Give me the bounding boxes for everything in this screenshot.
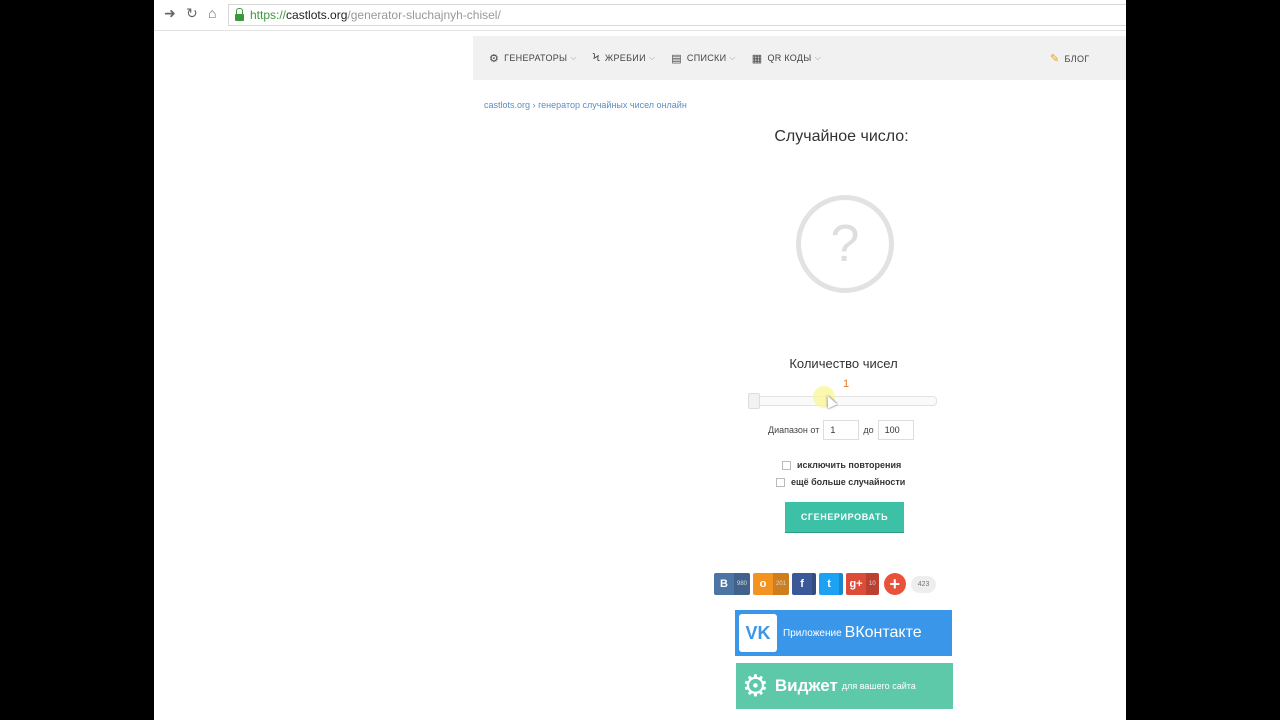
range-to-input[interactable] [877, 420, 914, 440]
gear-icon: ⚙ [742, 669, 769, 703]
nav-item-lists[interactable]: ▤ СПИСКИ ⌵ [671, 52, 736, 65]
count-label: Количество чисел [789, 356, 898, 371]
chevron-down-icon: ⌵ [570, 53, 577, 62]
share-buttons: В 980 о 201 f t g+ 10 + 423 [714, 573, 937, 595]
url-path: /generator-sluchajnyh-chisel/ [347, 8, 501, 22]
vk-app-banner[interactable]: VK Приложение ВКонтакте [735, 610, 952, 656]
share-count: 10 [866, 573, 879, 595]
lightning-icon: ϟ [592, 52, 600, 64]
browser-window: ➜ ↻ ⌂ https:// castlots.org /generator-s… [154, 0, 1126, 720]
range-from-label: Диапазон от [768, 425, 820, 435]
nav-item-qr-codes[interactable]: ▦ QR КОДЫ ⌵ [752, 52, 821, 65]
pencil-icon: ✎ [1050, 53, 1060, 65]
question-glyph: ? [830, 215, 860, 273]
facebook-icon: f [792, 573, 813, 595]
share-ok-button[interactable]: о 201 [753, 573, 790, 595]
generate-button[interactable]: СГЕНЕРИРОВАТЬ [785, 502, 904, 532]
count-slider-handle[interactable] [748, 393, 760, 409]
range-from-input[interactable] [823, 420, 860, 440]
nav-item-label: ГЕНЕРАТОРЫ [504, 53, 568, 63]
share-count: 201 [773, 573, 790, 595]
share-googleplus-button[interactable]: g+ 10 [846, 573, 879, 595]
vk-logo-icon: VK [739, 614, 777, 652]
address-bar[interactable]: https:// castlots.org /generator-sluchaj… [228, 4, 1126, 26]
share-count [839, 573, 844, 595]
nav-item-generators[interactable]: ⚙ ГЕНЕРАТОРЫ ⌵ [489, 52, 577, 65]
option-no-repeat[interactable]: исключить повторения [782, 460, 901, 470]
chevron-down-icon: ⌵ [729, 53, 736, 62]
nav-item-label: БЛОГ [1064, 53, 1090, 64]
home-icon[interactable]: ⌂ [208, 5, 216, 21]
range-row: Диапазон от до [768, 420, 918, 440]
gears-icon: ⚙ [489, 52, 500, 65]
breadcrumb-home-link[interactable]: castlots.org [484, 100, 530, 110]
breadcrumb: castlots.org › генератор случайных чисел… [484, 100, 687, 110]
range-to-label: до [863, 425, 874, 435]
page-title: Случайное число: [774, 128, 909, 145]
share-count [812, 573, 817, 595]
breadcrumb-current[interactable]: генератор случайных чисел онлайн [538, 100, 687, 110]
vk-banner-big-text: ВКонтакте [844, 624, 922, 641]
chevron-down-icon: ⌵ [814, 53, 821, 62]
browser-toolbar: ➜ ↻ ⌂ https:// castlots.org /generator-s… [154, 0, 1126, 31]
lock-icon [235, 7, 244, 21]
widget-banner-big-text: Виджет [774, 676, 838, 695]
share-count: 980 [734, 573, 751, 595]
nav-item-label: СПИСКИ [686, 53, 727, 63]
url-protocol: https:// [250, 8, 287, 22]
odnoklassniki-icon: о [753, 573, 774, 595]
reload-icon[interactable]: ↻ [186, 5, 198, 22]
nav-item-blog[interactable]: ✎ БЛОГ [1050, 52, 1089, 65]
share-facebook-button[interactable]: f [792, 573, 817, 595]
forward-icon[interactable]: ➜ [164, 5, 176, 22]
question-mark-icon: ? [796, 195, 894, 293]
google-plus-icon: g+ [846, 573, 867, 595]
vk-banner-small-text: Приложение [783, 627, 842, 639]
site-navigation: ⚙ ГЕНЕРАТОРЫ ⌵ ϟ ЖРЕБИИ ⌵ ▤ СПИСКИ ⌵ ▦ Q… [473, 36, 1126, 80]
share-more-plus-icon[interactable]: + [883, 573, 906, 595]
share-twitter-button[interactable]: t [819, 573, 844, 595]
checkbox-more-random[interactable] [776, 477, 785, 487]
share-vk-button[interactable]: В 980 [714, 573, 751, 595]
vk-icon: В [714, 573, 734, 595]
share-total-count: 423 [910, 575, 937, 593]
count-value: 1 [842, 378, 850, 390]
twitter-icon: t [819, 573, 840, 595]
count-slider-track[interactable] [751, 396, 937, 406]
widget-banner[interactable]: ⚙ Виджет для вашего сайта [736, 663, 953, 709]
breadcrumb-separator: › [532, 100, 536, 110]
url-host: castlots.org [286, 8, 348, 22]
option-more-random[interactable]: ещё больше случайности [776, 477, 905, 487]
qr-icon: ▦ [751, 52, 763, 65]
chevron-down-icon: ⌵ [648, 53, 656, 62]
nav-item-label: QR КОДЫ [767, 53, 812, 63]
checkbox-no-repeat[interactable] [782, 460, 791, 470]
option-label: исключить повторения [797, 460, 902, 470]
option-label: ещё больше случайности [791, 477, 906, 487]
list-icon: ▤ [671, 52, 682, 65]
widget-banner-small-text: для вашего сайта [841, 681, 916, 691]
nav-item-label: ЖРЕБИИ [604, 53, 646, 63]
nav-item-lots[interactable]: ϟ ЖРЕБИИ ⌵ [593, 52, 656, 64]
